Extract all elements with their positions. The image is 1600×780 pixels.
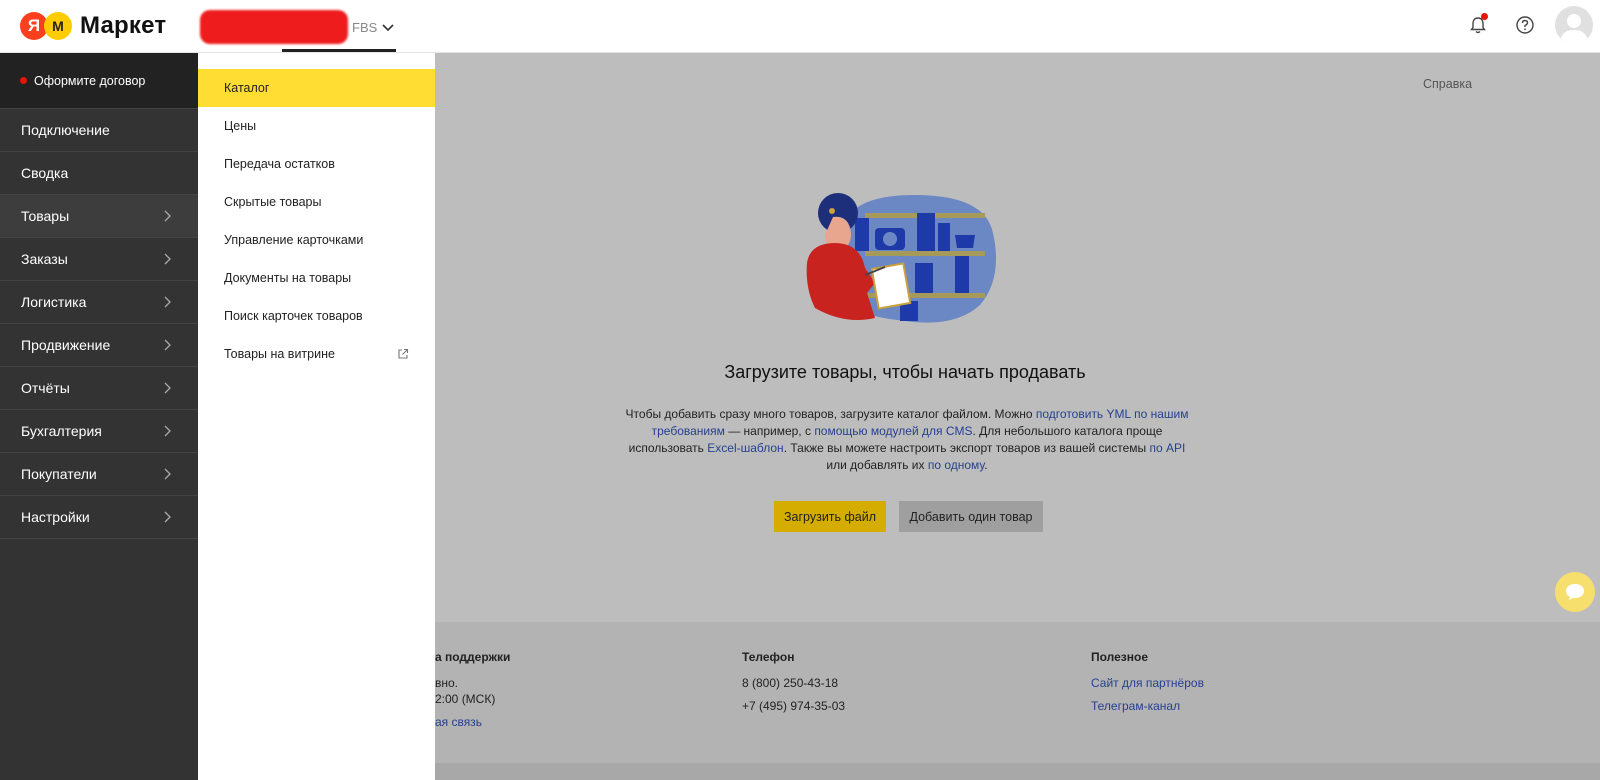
footer-feedback-link[interactable]: ая связь	[435, 714, 510, 730]
desc-text-4: . Также вы можете настроить экспорт това…	[783, 441, 1150, 455]
sidebar-item-label: Заказы	[21, 251, 68, 267]
footer-phone-column: Телефон 8 (800) 250-43-18 +7 (495) 974-3…	[742, 650, 845, 721]
desc-text-6: .	[984, 458, 988, 472]
chevron-right-icon	[164, 339, 171, 351]
sidebar-item-accounting[interactable]: Бухгалтерия	[0, 410, 198, 453]
footer-support-column: а поддержки вно. 2:00 (МСК) ая связь	[435, 650, 510, 737]
contract-label: Оформите договор	[34, 73, 146, 88]
footer-telegram-link[interactable]: Телеграм-канал	[1091, 698, 1204, 714]
logo-text: Маркет	[80, 12, 167, 39]
submenu-item-stock-transfer[interactable]: Передача остатков	[198, 145, 435, 183]
sidebar-item-label: Отчёты	[21, 380, 70, 396]
page-footer: а поддержки вно. 2:00 (МСК) ая связь Тел…	[435, 622, 1600, 763]
notification-dot	[1481, 13, 1488, 20]
contract-banner[interactable]: Оформите договор	[0, 53, 198, 109]
empty-state-title: Загрузите товары, чтобы начать продавать	[724, 362, 1086, 382]
chat-bubble-icon	[1566, 584, 1584, 600]
catalog-illustration	[806, 193, 997, 323]
shop-model-label: FBS	[352, 19, 378, 35]
market-logo[interactable]: Я M Маркет	[20, 10, 166, 42]
sidebar-item-logistics[interactable]: Логистика	[0, 281, 198, 324]
desc-text-1: Чтобы добавить сразу много товаров, загр…	[625, 407, 1036, 421]
sidebar-item-connection[interactable]: Подключение	[0, 109, 198, 152]
sidebar-item-products[interactable]: Товары	[0, 195, 198, 238]
submenu-item-label: Товары на витрине	[224, 347, 335, 361]
sidebar-item-settings[interactable]: Настройки	[0, 496, 198, 539]
submenu-item-label: Управление карточками	[224, 233, 364, 247]
submenu-item-prices[interactable]: Цены	[198, 107, 435, 145]
api-link[interactable]: по API	[1150, 441, 1186, 455]
submenu-item-hidden-products[interactable]: Скрытые товары	[198, 183, 435, 221]
help-button[interactable]	[1512, 12, 1538, 38]
footer-phone-2[interactable]: +7 (495) 974-35-03	[742, 698, 845, 714]
add-one-product-button[interactable]: Добавить один товар	[899, 501, 1043, 532]
sidebar-item-label: Настройки	[21, 509, 90, 525]
help-link[interactable]: Справка	[1423, 77, 1472, 91]
submenu-item-label: Документы на товары	[224, 271, 352, 285]
chevron-right-icon	[164, 296, 171, 308]
sidebar-item-label: Подключение	[21, 122, 110, 138]
upload-file-button[interactable]: Загрузить файл	[774, 501, 886, 532]
footer-phone-1[interactable]: 8 (800) 250-43-18	[742, 675, 845, 691]
submenu-item-product-documents[interactable]: Документы на товары	[198, 259, 435, 297]
sidebar-item-label: Продвижение	[21, 337, 111, 353]
submenu-item-card-management[interactable]: Управление карточками	[198, 221, 435, 259]
desc-text-2: — например, с	[724, 424, 815, 438]
chevron-right-icon	[164, 511, 171, 523]
alert-dot	[20, 77, 27, 84]
submenu-item-label: Цены	[224, 119, 257, 133]
desc-text-5: или добавлять их	[826, 458, 928, 472]
chevron-down-icon	[382, 24, 394, 32]
chevron-right-icon	[164, 382, 171, 394]
shop-selector-underline	[282, 49, 396, 52]
submenu-item-label: Передача остатков	[224, 157, 335, 171]
submenu-item-label: Каталог	[224, 81, 270, 95]
sidebar-item-promotion[interactable]: Продвижение	[0, 324, 198, 367]
submenu-item-storefront-products[interactable]: Товары на витрине	[198, 335, 435, 373]
user-avatar[interactable]	[1555, 6, 1593, 44]
notifications-button[interactable]	[1465, 12, 1491, 38]
sidebar-item-label: Бухгалтерия	[21, 423, 102, 439]
footer-support-hours-1: вно.	[435, 676, 459, 690]
one-by-one-link[interactable]: по одному	[928, 458, 984, 472]
redacted-shop-name	[200, 10, 348, 44]
sidebar-item-orders[interactable]: Заказы	[0, 238, 198, 281]
chevron-right-icon	[164, 468, 171, 480]
sidebar-item-label: Товары	[21, 208, 70, 224]
products-submenu: Каталог Цены Передача остатков Скрытые т…	[198, 53, 435, 780]
footer-bottom-strip	[435, 763, 1600, 780]
external-link-icon	[398, 348, 409, 359]
cms-modules-link[interactable]: помощью модулей для CMS	[814, 424, 972, 438]
submenu-item-label: Поиск карточек товаров	[224, 309, 363, 323]
footer-useful-column: Полезное Сайт для партнёров Телеграм-кан…	[1091, 650, 1204, 721]
footer-support-heading: а поддержки	[435, 650, 511, 664]
empty-state-description: Чтобы добавить сразу много товаров, загр…	[622, 406, 1192, 474]
chevron-right-icon	[164, 425, 171, 437]
chevron-right-icon	[164, 210, 171, 222]
footer-support-hours-2: 2:00 (МСК)	[435, 692, 496, 706]
chevron-right-icon	[164, 253, 171, 265]
sidebar-item-label: Сводка	[21, 165, 69, 181]
logo-badge-market: M	[44, 12, 72, 40]
excel-template-link[interactable]: Excel-шаблон	[707, 441, 783, 455]
sidebar-item-label: Логистика	[21, 294, 87, 310]
chat-button[interactable]	[1555, 572, 1595, 612]
submenu-item-label: Скрытые товары	[224, 195, 322, 209]
user-icon	[1560, 14, 1588, 44]
top-header: Я M Маркет FBS	[0, 0, 1600, 53]
footer-partners-link[interactable]: Сайт для партнёров	[1091, 675, 1204, 691]
main-sidebar: Оформите договор Подключение Сводка Това…	[0, 53, 198, 780]
question-icon	[1516, 16, 1534, 34]
shop-selector[interactable]: FBS	[200, 10, 395, 44]
sidebar-item-reports[interactable]: Отчёты	[0, 367, 198, 410]
sidebar-item-summary[interactable]: Сводка	[0, 152, 198, 195]
sidebar-item-label: Покупатели	[21, 466, 97, 482]
submenu-item-catalog[interactable]: Каталог	[198, 69, 435, 107]
submenu-item-card-search[interactable]: Поиск карточек товаров	[198, 297, 435, 335]
footer-useful-heading: Полезное	[1091, 650, 1149, 664]
sidebar-item-customers[interactable]: Покупатели	[0, 453, 198, 496]
footer-phone-heading: Телефон	[742, 650, 795, 664]
